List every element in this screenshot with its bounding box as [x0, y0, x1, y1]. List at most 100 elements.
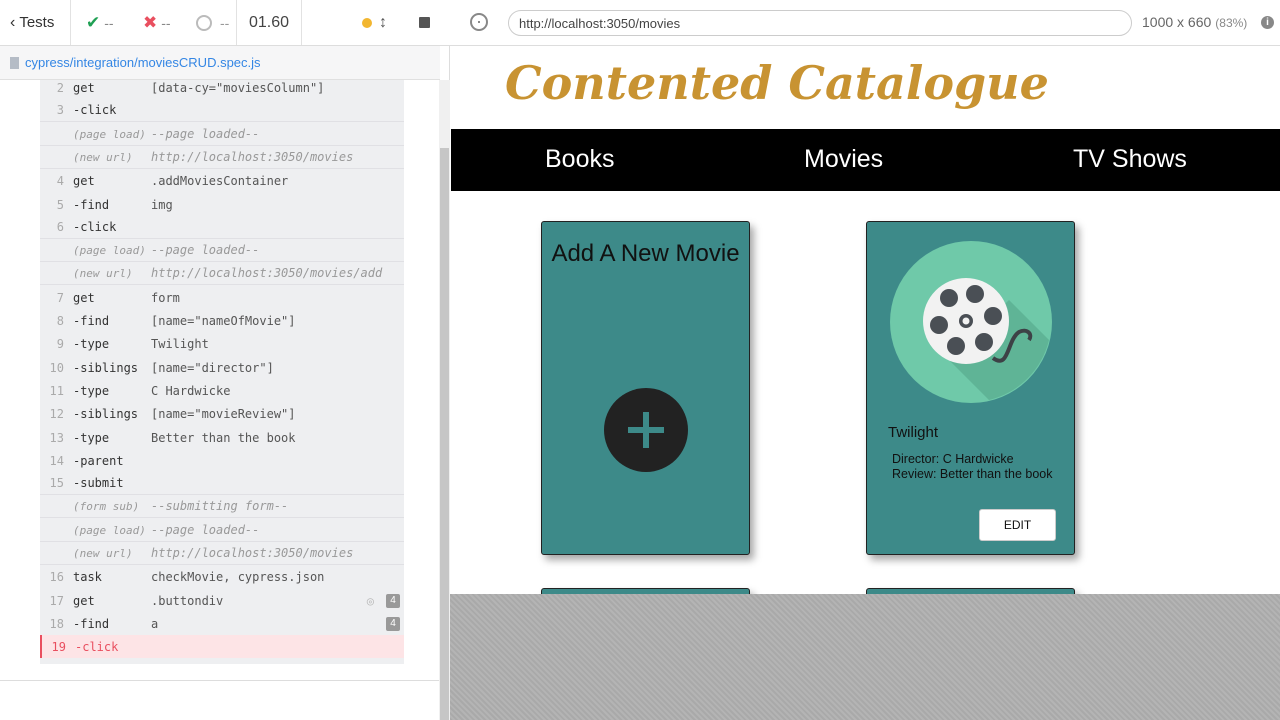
command-row[interactable]: 16 task checkMovie, cypress.json: [40, 565, 404, 588]
command-row[interactable]: (form sub) --submitting form--: [40, 495, 404, 518]
command-message: checkMovie, cypress.json: [151, 569, 325, 584]
command-message: [name="nameOfMovie"]: [151, 313, 296, 328]
passed-count: ✔ --: [86, 12, 114, 32]
command-name: -click: [75, 639, 119, 654]
command-message: .addMoviesContainer: [151, 173, 289, 188]
command-message: --page loaded--: [151, 523, 260, 537]
command-list: 2 get [data-cy="moviesColumn"] 3 -click (page…: [40, 80, 404, 664]
command-row[interactable]: 2 get [data-cy="moviesColumn"]: [40, 80, 404, 99]
nav-movies[interactable]: Movies: [804, 145, 883, 174]
command-row[interactable]: 13 -type Better than the book: [40, 426, 404, 449]
tests-back-button[interactable]: ‹ Tests: [0, 0, 71, 45]
command-row[interactable]: (new url) http://localhost:3050/movies/ad…: [40, 262, 404, 285]
command-number: 18: [49, 616, 64, 631]
command-row[interactable]: 11 -type C Hardwicke: [40, 379, 404, 402]
command-row[interactable]: 7 get form: [40, 286, 404, 309]
command-row[interactable]: 9 -type Twilight: [40, 332, 404, 355]
movie-title: Twilight: [888, 424, 939, 441]
command-number: 2: [56, 80, 64, 95]
command-row[interactable]: (new url) http://localhost:3050/movies: [40, 542, 404, 565]
stop-icon[interactable]: [419, 17, 430, 28]
add-movie-title: Add A New Movie: [551, 240, 740, 267]
command-name: -find: [73, 197, 110, 212]
command-row[interactable]: 18 -find a 4: [40, 612, 404, 635]
command-number: 16: [49, 569, 64, 584]
cross-icon: ✖: [143, 12, 158, 32]
nav-books[interactable]: Books: [545, 145, 614, 174]
command-name: (page load): [73, 243, 146, 257]
command-message: Twilight: [151, 336, 209, 351]
command-message: .buttondiv: [151, 593, 224, 608]
command-message: a: [151, 616, 159, 631]
hidden-eye-icon: ◎: [366, 593, 374, 608]
aut-header: http://localhost:3050/movies 1000 x 660(…: [450, 0, 1280, 46]
command-message: C Hardwicke: [151, 383, 231, 398]
command-name: task: [73, 569, 102, 584]
movie-review: Review: Better than the book: [892, 467, 1053, 481]
check-icon: ✔: [86, 12, 101, 32]
command-number: 9: [56, 336, 64, 351]
command-message: --page loaded--: [151, 243, 260, 257]
spec-file-link[interactable]: cypress/integration/moviesCRUD.spec.js: [25, 55, 261, 70]
command-row[interactable]: 19 -click: [40, 635, 404, 658]
command-message: http://localhost:3050/movies/add: [151, 266, 383, 280]
failed-count: ✖ --: [143, 12, 171, 32]
command-number: 4: [56, 173, 64, 188]
main-nav: Books Movies TV Shows: [451, 129, 1280, 191]
command-number: 14: [49, 453, 64, 468]
plus-icon[interactable]: [604, 388, 688, 472]
test-runner-panel: ‹ Tests ✔ -- ✖ -- -- 01.60 ↕ cypress/int…: [0, 0, 450, 720]
command-name: (form sub): [73, 499, 140, 513]
command-row[interactable]: 5 -find img: [40, 193, 404, 216]
spec-file-bar: cypress/integration/moviesCRUD.spec.js: [0, 46, 440, 80]
autoscroll-icon[interactable]: ↕: [379, 0, 387, 45]
movie-card: Twilight Director: C Hardwicke Review: B…: [866, 221, 1075, 555]
command-name: -siblings: [73, 360, 139, 375]
command-message: [name="director"]: [151, 360, 274, 375]
command-message: http://localhost:3050/movies: [151, 546, 354, 560]
command-message: [name="movieReview"]: [151, 406, 296, 421]
command-row[interactable]: 17 get .buttondiv ◎ 4: [40, 589, 404, 612]
info-icon[interactable]: i: [1261, 16, 1274, 29]
edit-button[interactable]: EDIT: [979, 509, 1056, 541]
command-name: -type: [73, 383, 110, 398]
command-row[interactable]: 6 -click: [40, 216, 404, 239]
command-number: 6: [56, 220, 64, 234]
command-number: 7: [56, 290, 64, 305]
command-name: get: [73, 80, 95, 95]
selector-playground-icon[interactable]: [470, 13, 488, 31]
command-row[interactable]: 4 get .addMoviesContainer: [40, 169, 404, 192]
command-row[interactable]: (page load) --page loaded--: [40, 239, 404, 262]
command-name: get: [73, 173, 95, 188]
command-name: -find: [73, 616, 110, 631]
command-row[interactable]: (page load) --page loaded--: [40, 123, 404, 146]
runner-footer: [0, 680, 440, 720]
command-row[interactable]: (new url) http://localhost:3050/movies: [40, 146, 404, 169]
command-name: (page load): [73, 127, 146, 141]
scrollbar-thumb[interactable]: [440, 148, 449, 720]
viewport-overflow-area: [450, 594, 1280, 720]
command-row[interactable]: 14 -parent: [40, 449, 404, 472]
command-row[interactable]: 8 -find [name="nameOfMovie"]: [40, 309, 404, 332]
command-name: (new url): [73, 546, 133, 560]
command-name: (new url): [73, 266, 133, 280]
add-movie-card: Add A New Movie: [541, 221, 750, 555]
command-name: (new url): [73, 150, 133, 164]
command-number: 12: [49, 406, 64, 421]
element-count-badge: 4: [386, 616, 400, 631]
command-row[interactable]: 3 -click: [40, 99, 404, 122]
command-number: 19: [51, 639, 66, 654]
command-name: -type: [73, 430, 110, 445]
command-message: form: [151, 290, 180, 305]
viewport-scale: (83%): [1215, 16, 1248, 30]
nav-tv-shows[interactable]: TV Shows: [1073, 145, 1187, 174]
command-row[interactable]: (page load) --page loaded--: [40, 519, 404, 542]
command-message: img: [151, 197, 173, 212]
command-row[interactable]: 10 -siblings [name="director"]: [40, 356, 404, 379]
command-row[interactable]: 12 -siblings [name="movieReview"]: [40, 402, 404, 425]
run-duration: 01.60: [236, 0, 302, 45]
command-message: Better than the book: [151, 430, 296, 445]
command-row[interactable]: 15 -submit: [40, 472, 404, 495]
command-number: 13: [49, 430, 64, 445]
file-icon: [10, 56, 19, 69]
